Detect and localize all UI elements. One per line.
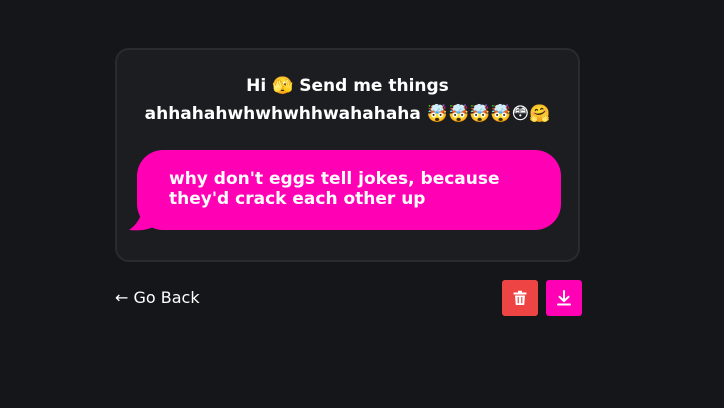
prompt-text: Hi 🫣 Send me things ahhahahwhwhwhhwahaha… bbox=[117, 72, 578, 128]
download-icon bbox=[557, 290, 571, 306]
download-button[interactable] bbox=[546, 280, 582, 316]
prompt-line-1: Hi 🫣 Send me things bbox=[246, 76, 449, 96]
trash-icon bbox=[513, 290, 527, 305]
prompt-line-2: ahhahahwhwhwhhwahahaha 🤯🤯🤯🤯😳🤗 bbox=[144, 104, 551, 124]
message-bubble-wrap: why don't eggs tell jokes, because they'… bbox=[129, 150, 561, 231]
message-bubble: why don't eggs tell jokes, because they'… bbox=[137, 150, 561, 230]
message-card: Hi 🫣 Send me things ahhahahwhwhwhhwahaha… bbox=[115, 48, 580, 262]
delete-button[interactable] bbox=[502, 280, 538, 316]
go-back-link[interactable]: ← Go Back bbox=[115, 288, 200, 308]
page: Hi 🫣 Send me things ahhahahwhwhwhhwahaha… bbox=[0, 0, 724, 408]
